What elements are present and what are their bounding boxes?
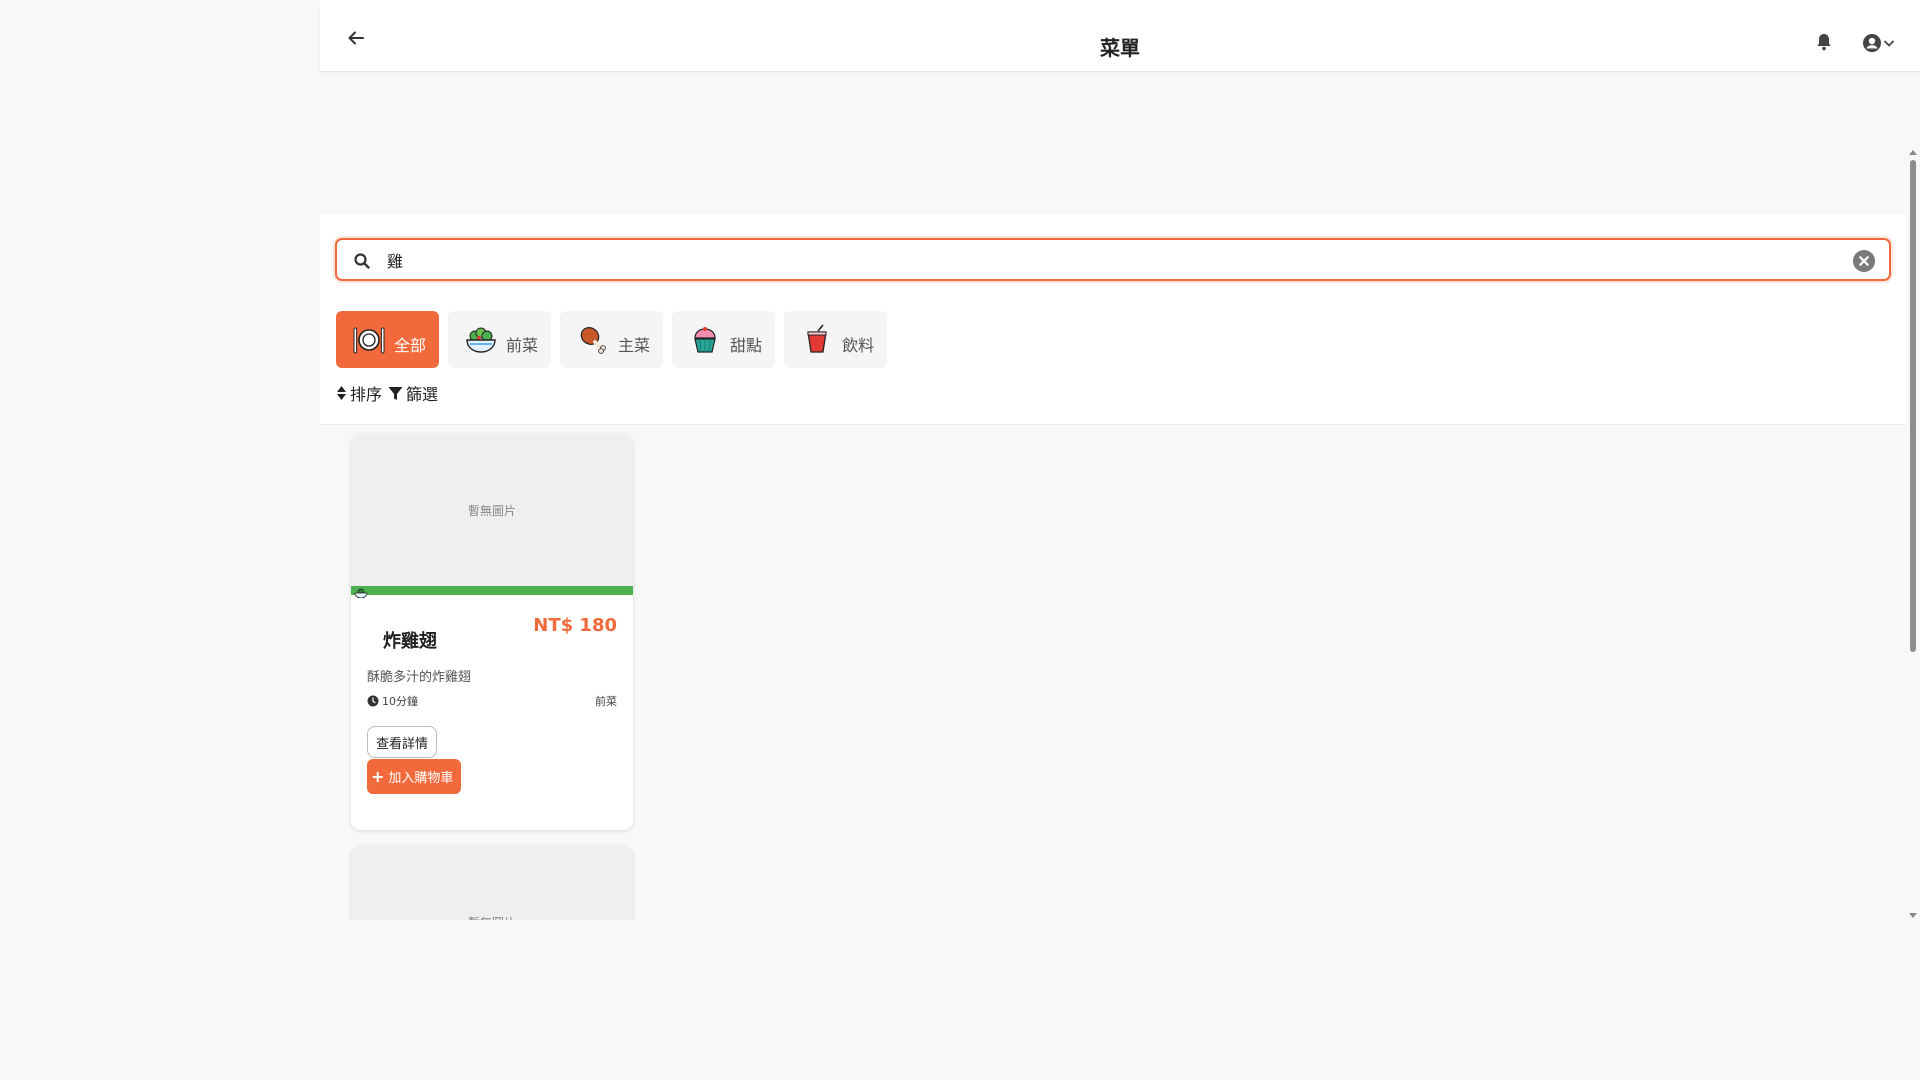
- item-description: 酥脆多汁的炸雞翅: [367, 670, 472, 685]
- category-label: 飲料: [842, 335, 875, 355]
- category-tabs: 全部 前菜 主菜 甜點 飲料: [336, 311, 888, 368]
- menu-item-list: 暫無圖片 炸雞翅 NT$ 180 酥脆多汁的炸雞翅 10分鐘 前菜 查看詳情 +…: [320, 425, 1906, 920]
- item-meta: 10分鐘 前菜: [367, 693, 617, 709]
- category-label: 主菜: [618, 335, 651, 355]
- plate-cutlery-icon: [352, 323, 386, 357]
- filter-icon: [388, 386, 403, 400]
- chevron-down-icon: [1883, 40, 1895, 47]
- top-header: 菜單: [320, 0, 1920, 72]
- clear-search-icon[interactable]: [1853, 250, 1875, 272]
- category-tab-main[interactable]: 主菜: [560, 311, 664, 368]
- bell-icon[interactable]: [1814, 32, 1834, 52]
- search-input[interactable]: [387, 246, 1807, 274]
- salad-bowl-icon: [354, 588, 368, 598]
- item-price: NT$ 180: [533, 615, 617, 636]
- sort-button[interactable]: 排序: [336, 381, 382, 405]
- category-tab-all[interactable]: 全部: [336, 311, 440, 368]
- menu-item-card[interactable]: 暫無圖片 炸雞翅 NT$ 180 酥脆多汁的炸雞翅 10分鐘 前菜 查看詳情 +…: [351, 434, 633, 830]
- add-to-cart-button[interactable]: + 加入購物車: [367, 759, 462, 794]
- prep-time: 10分鐘: [367, 693, 418, 709]
- image-placeholder: 暫無圖片: [351, 846, 633, 920]
- cupcake-icon: [688, 323, 722, 357]
- category-label: 全部: [394, 335, 427, 355]
- sort-label: 排序: [350, 385, 383, 404]
- menu-app: 菜單 雞 全部 前菜 主菜 甜點 飲料 排序 篩選 暫無圖片 炸雞翅 NT$ 1…: [320, 0, 1920, 1080]
- menu-item-card[interactable]: 暫無圖片: [351, 846, 633, 920]
- drink-cup-icon: [800, 323, 834, 357]
- category-tab-dessert[interactable]: 甜點: [672, 311, 776, 368]
- filter-button[interactable]: 篩選: [388, 381, 438, 405]
- item-category: 前菜: [595, 695, 617, 708]
- chicken-leg-icon: [576, 323, 610, 357]
- clock-icon: [367, 695, 379, 707]
- vertical-scrollbar[interactable]: [1906, 148, 1920, 920]
- sort-filter-bar: 排序 篩選: [336, 381, 444, 405]
- item-name: 炸雞翅: [383, 631, 437, 652]
- user-menu[interactable]: [1862, 32, 1902, 54]
- category-label: 前菜: [506, 335, 539, 355]
- scroll-up-arrow-icon[interactable]: [1909, 150, 1917, 155]
- filter-panel: 全部 前菜: [320, 215, 1906, 425]
- page-title: 菜單: [1100, 36, 1140, 60]
- filter-label: 篩選: [406, 385, 439, 404]
- prep-time-text: 10分鐘: [382, 695, 418, 708]
- user-circle-icon: [1863, 34, 1881, 52]
- category-tab-drinks[interactable]: 飲料: [784, 311, 888, 368]
- add-to-cart-label: 加入購物車: [388, 771, 454, 786]
- scrollbar-thumb[interactable]: [1910, 160, 1916, 652]
- plus-icon: +: [371, 767, 385, 786]
- view-details-button[interactable]: 查看詳情: [367, 726, 438, 758]
- category-tag-bar: [351, 586, 633, 598]
- search-box: [335, 238, 1891, 281]
- search-icon: [354, 253, 370, 269]
- image-placeholder: 暫無圖片: [351, 434, 633, 586]
- category-label: 甜點: [730, 335, 763, 355]
- scroll-down-arrow-icon[interactable]: [1909, 913, 1917, 918]
- sort-icon: [337, 386, 346, 400]
- salad-bowl-icon: [464, 323, 498, 357]
- category-tab-appetizer[interactable]: 前菜: [448, 311, 552, 368]
